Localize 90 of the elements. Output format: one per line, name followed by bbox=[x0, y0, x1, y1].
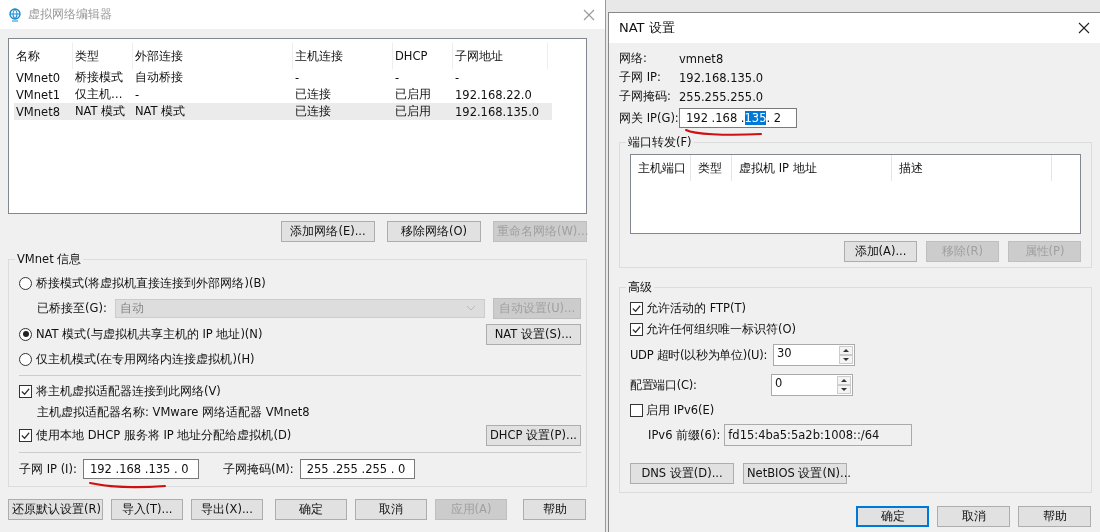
subnet-ip-field[interactable]: 192 .168 .135 . 0 bbox=[82, 459, 199, 479]
radio-button[interactable] bbox=[19, 327, 32, 341]
checkbox[interactable] bbox=[630, 404, 643, 417]
column-header[interactable]: 类型 bbox=[73, 43, 133, 69]
dialog-button[interactable]: 确定 bbox=[275, 499, 347, 520]
column-header[interactable]: 描述 bbox=[892, 155, 1052, 181]
table-cell-text: - bbox=[134, 87, 141, 102]
checkbox-label: 允许任何组织唯一标识符(O) bbox=[646, 322, 797, 337]
radio-label: NAT 模式(与虚拟机共享主机的 IP 地址)(N) bbox=[36, 326, 263, 342]
radio-label: 桥接模式(将虚拟机直接连接到外部网络)(B) bbox=[36, 275, 266, 291]
table-cell-text: 已连接 bbox=[294, 87, 332, 102]
checkbox[interactable] bbox=[630, 302, 643, 315]
number-spinner[interactable]: 0 bbox=[771, 374, 853, 396]
table-cell-text: - bbox=[294, 70, 301, 85]
checkbox-label: 使用本地 DHCP 服务将 IP 地址分配给虚拟机(D) bbox=[36, 427, 292, 443]
checkbox[interactable] bbox=[19, 384, 32, 398]
close-icon[interactable] bbox=[1078, 22, 1090, 34]
field-label: 配置端口(C): bbox=[630, 377, 698, 393]
table-cell-text: 192.168.135.0 bbox=[454, 104, 541, 119]
info-label: 子网 IP: bbox=[619, 70, 662, 85]
column-header[interactable]: 子网地址 bbox=[453, 43, 548, 69]
info-value: vmnet8 bbox=[679, 51, 724, 66]
column-header[interactable]: 名称 bbox=[14, 43, 73, 69]
dhcp-settings-button[interactable]: DHCP 设置(P)... bbox=[486, 424, 581, 446]
info-label: 子网掩码: bbox=[619, 89, 672, 104]
table-cell-text: 自动桥接 bbox=[134, 70, 184, 85]
column-header[interactable]: 虚拟机 IP 地址 bbox=[732, 155, 892, 181]
list-button[interactable]: 添加网络(E)... bbox=[281, 221, 375, 242]
chevron-icon bbox=[465, 305, 476, 311]
dialog-button[interactable]: 导出(X)... bbox=[191, 499, 263, 520]
settings-button[interactable]: DNS 设置(D)... bbox=[630, 463, 734, 484]
checkbox-label: 启用 IPv6(E) bbox=[646, 403, 715, 418]
table-cell-text: NAT 模式 bbox=[134, 104, 187, 119]
column-header[interactable]: DHCP bbox=[393, 43, 453, 69]
table-cell-text: 桥接模式 bbox=[74, 70, 124, 85]
table-cell-text: - bbox=[394, 70, 401, 85]
field-label: UDP 超时(以秒为单位)(U): bbox=[630, 347, 767, 363]
globe-icon bbox=[8, 7, 22, 22]
table-cell-text: VMnet0 bbox=[15, 70, 61, 85]
network-row[interactable]: VMnet1 仅主机… - 已连接 已启用 192.168.22.0 bbox=[14, 86, 552, 103]
list-button[interactable]: 移除网络(O) bbox=[387, 221, 481, 242]
adapter-name-text: 主机虚拟适配器名称: VMware 网络适配器 VMnet8 bbox=[37, 405, 310, 420]
checkbox[interactable] bbox=[19, 428, 32, 442]
checkbox[interactable] bbox=[630, 323, 643, 336]
number-spinner[interactable]: 30 bbox=[773, 344, 855, 366]
table-cell-text: 已连接 bbox=[294, 104, 332, 119]
nat-settings-button[interactable]: NAT 设置(S)... bbox=[486, 323, 581, 345]
table-cell-text: NAT 模式 bbox=[74, 104, 127, 119]
table-cell-text: VMnet1 bbox=[15, 87, 61, 102]
info-label: 网络: bbox=[619, 51, 648, 66]
radio-button[interactable] bbox=[19, 276, 32, 290]
radio-button[interactable] bbox=[19, 352, 32, 366]
checkbox-label: 允许活动的 FTP(T) bbox=[646, 301, 747, 316]
column-header[interactable]: 类型 bbox=[691, 155, 732, 181]
network-row[interactable]: VMnet0 桥接模式 自动桥接 - - - bbox=[14, 69, 552, 86]
radio-label: 仅主机模式(在专用网络内连接虚拟机)(H) bbox=[36, 351, 255, 367]
table-cell-text: 已启用 bbox=[394, 104, 432, 119]
dialog-button[interactable]: 取消 bbox=[355, 499, 427, 520]
dialog-button[interactable]: 确定 bbox=[856, 506, 929, 527]
ipv6-prefix-field[interactable]: fd15:4ba5:5a2b:1008::/64 bbox=[724, 424, 913, 446]
port-button[interactable]: 添加(A)... bbox=[844, 241, 917, 262]
dialog-button[interactable]: 还原默认设置(R) bbox=[8, 499, 103, 520]
dialog-button[interactable]: 取消 bbox=[937, 506, 1010, 527]
checkbox-label: 将主机虚拟适配器连接到此网络(V) bbox=[36, 383, 221, 399]
dialog-button[interactable]: 帮助 bbox=[1018, 506, 1091, 527]
table-cell-text: VMnet8 bbox=[15, 104, 61, 119]
window-title: 虚拟网络编辑器 bbox=[28, 6, 112, 23]
subnet-mask-field[interactable]: 255 .255 .255 . 0 bbox=[299, 459, 415, 479]
dialog-button[interactable]: 帮助 bbox=[523, 499, 586, 520]
info-value: 255.255.255.0 bbox=[679, 89, 764, 104]
table-cell-text: - bbox=[454, 70, 461, 85]
field-label: 子网掩码(M): bbox=[222, 461, 294, 477]
group-title: VMnet 信息 bbox=[15, 252, 84, 267]
gateway-ip-field[interactable]: 192 .168 .135. 2 bbox=[679, 108, 797, 128]
dialog-button[interactable]: 导入(T)... bbox=[111, 499, 183, 520]
group-title: 端口转发(F) bbox=[626, 135, 694, 150]
column-header[interactable]: 主机连接 bbox=[293, 43, 393, 69]
field-label: 子网 IP (I): bbox=[19, 461, 77, 477]
field-label: 已桥接至(G): bbox=[37, 300, 107, 316]
group-title: 高级 bbox=[626, 280, 654, 295]
field-label: IPv6 前缀(6): bbox=[648, 427, 721, 443]
network-row[interactable]: VMnet8 NAT 模式 NAT 模式 已连接 已启用 192.168.135.0 bbox=[14, 103, 552, 120]
column-header[interactable]: 外部连接 bbox=[133, 43, 293, 69]
info-value: 192.168.135.0 bbox=[679, 70, 764, 85]
table-cell-text: 192.168.22.0 bbox=[454, 87, 533, 102]
column-header[interactable]: 主机端口 bbox=[631, 155, 691, 181]
window-title: NAT 设置 bbox=[619, 19, 675, 37]
table-cell-text: 已启用 bbox=[394, 87, 432, 102]
table-cell-text: 仅主机… bbox=[74, 87, 124, 102]
field-label: 网关 IP(G): bbox=[619, 110, 679, 126]
